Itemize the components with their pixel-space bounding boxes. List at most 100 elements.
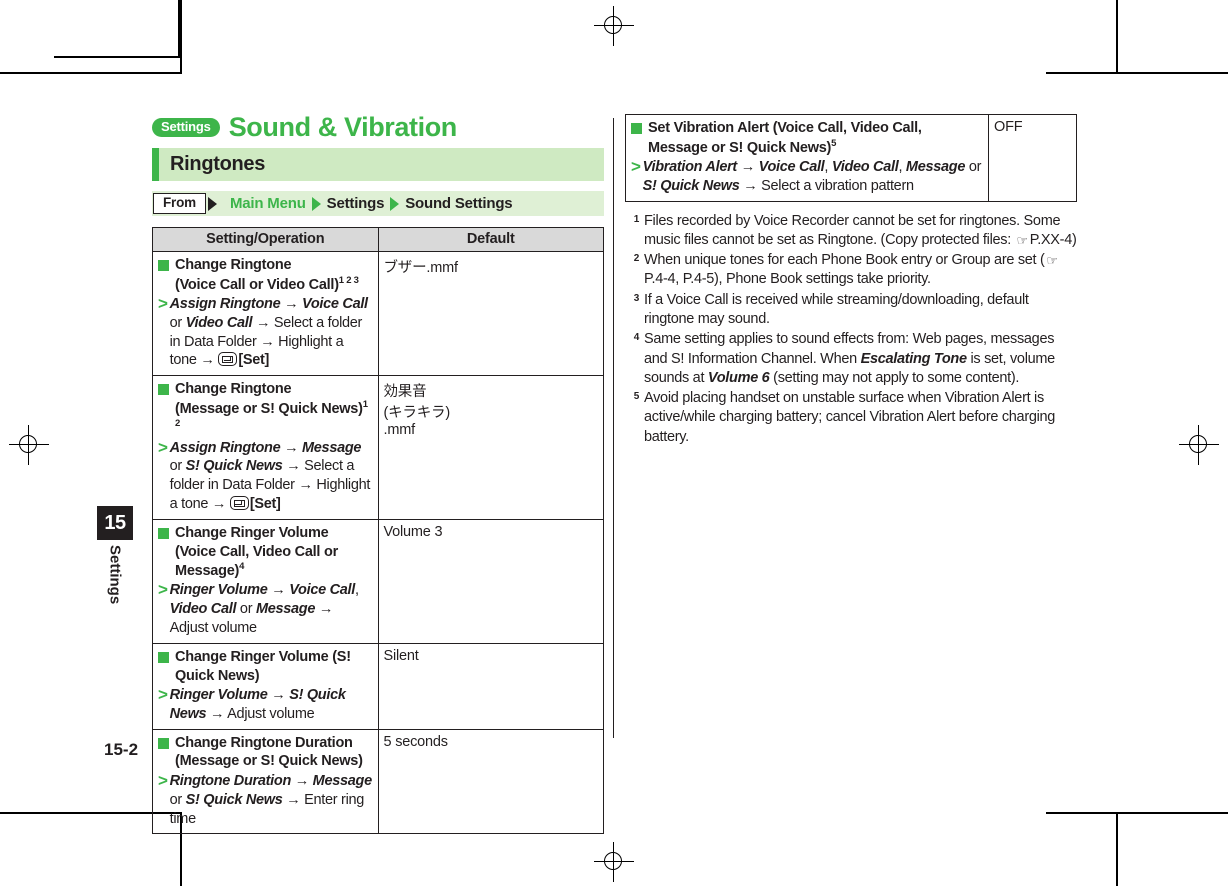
operation-steps: > Assign Ringtone → Message or S! Quick N… [158,437,373,514]
footnote-text: Files recorded by Voice Recorder cannot … [644,212,1077,248]
table-row: Set Vibration Alert (Voice Call, Video C… [625,114,1077,202]
footnote: 1 Files recorded by Voice Recorder cannot… [625,212,1077,251]
breadcrumb-item-settings[interactable]: Settings [327,195,385,212]
operation-steps-text: Assign Ringtone → Voice Call or Video Ca… [169,295,368,369]
soft-key-label: [Set] [238,352,270,369]
table-body: Change Ringtone (Voice Call or Video Call… [152,250,604,835]
bullet-square-icon [158,651,169,663]
footnote-text: When unique tones for each Phone Book en… [644,252,1058,288]
operation-steps: > Vibration Alert → Voice Call, Video Cal… [631,158,983,196]
operation-steps-text: Vibration Alert → Voice Call, Video Call… [642,158,982,194]
operation-title: Change Ringer Volume (S! Quick News) [158,648,373,685]
table-row: Change Ringer Volume (Voice Call, Video C… [152,518,604,644]
manual-page: 15 Settings 15-2 Settings Sound & Vibrat… [0,0,1228,886]
breadcrumb-item-sound-settings[interactable]: Sound Settings [405,195,512,212]
operation-cell: Change Ringtone (Message or S! Quick News… [152,375,379,520]
footnote-reference: 4 [239,561,245,573]
section-heading-label: Ringtones [170,153,266,175]
operation-title-text: Change Ringtone (Voice Call or Video Call… [175,257,359,293]
left-column: Settings Sound & Vibration Ringtones Fro… [152,114,604,835]
column-divider [613,118,614,738]
bullet-square-icon [158,527,169,539]
default-value-cell: 効果音 (キラキラ) .mmf [377,375,604,520]
breadcrumb-from-tag: From [153,192,206,215]
vibration-table: Set Vibration Alert (Voice Call, Video C… [625,114,1077,202]
table-row: Change Ringtone Duration (Message or S! Q… [152,728,604,835]
operation-title-text: Change Ringer Volume (Voice Call, Video C… [175,524,338,579]
pointing-hand-icon: ☞ [1046,253,1058,269]
operation-title: Change Ringer Volume (Voice Call, Video C… [158,524,373,580]
column-header-default: Default [377,227,604,252]
chevron-right-icon [311,196,321,211]
bullet-square-icon [158,384,169,396]
footnote-number: 3 [633,292,640,304]
step-marker-icon: > [158,580,168,600]
default-value-cell: Silent [377,642,604,730]
bullet-square-icon [158,260,169,271]
page-number: 15-2 [104,740,139,759]
footnote-number: 4 [633,332,640,344]
envelope-key-icon [229,496,249,511]
footnote-reference: 5 [831,137,837,149]
footnote: 3 If a Voice Call is received while strea… [625,291,1077,330]
table-row: Change Ringtone (Message or S! Quick News… [152,375,604,520]
operation-title: Set Vibration Alert (Voice Call, Video C… [631,119,983,157]
operation-steps: > Assign Ringtone → Voice Call or Video C… [158,294,373,370]
default-value-cell: 5 seconds [377,728,604,835]
default-value-cell: OFF [988,114,1077,202]
operation-title: Change Ringtone Duration (Message or S! Q… [158,734,373,771]
footnote-reference: 1 2 3 [338,274,359,286]
footnotes: 1 Files recorded by Voice Recorder cannot… [625,212,1077,447]
bullet-square-icon [158,737,169,749]
operation-title-text: Change Ringtone (Message or S! Quick News… [175,381,368,430]
breadcrumb-item-main-menu[interactable]: Main Menu [230,195,306,212]
operation-steps-text: Ringtone Duration → Message or S! Quick … [169,772,373,827]
operation-title-text: Change Ringer Volume (S! Quick News) [175,648,351,684]
breadcrumb-arrow-icon [207,196,217,211]
step-marker-icon: > [158,770,168,790]
footnote-text: Same setting applies to sound effects fr… [644,331,1055,386]
chapter-tab-label: Settings [106,545,124,605]
footnote-number: 2 [633,253,640,265]
operation-steps: > Ringtone Duration → Message or S! Quick… [158,770,373,829]
footnote-number: 1 [633,213,640,225]
footnote-text: Avoid placing handset on unstable surfac… [644,390,1056,445]
default-value-cell: Volume 3 [377,518,604,644]
chapter-tab-number: 15 [97,506,133,540]
chevron-right-icon [390,196,400,211]
operation-title: Change Ringtone (Message or S! Quick News… [158,380,373,437]
footnote-text: If a Voice Call is received while stream… [644,291,1029,328]
page-title-row: Settings Sound & Vibration [152,114,604,141]
chapter-tab: 15 Settings [97,506,133,609]
footnote: 4 Same setting applies to sound effects f… [625,330,1077,388]
footnote-number: 5 [633,391,640,403]
operation-cell: Set Vibration Alert (Voice Call, Video C… [625,114,989,202]
operation-steps-text: Assign Ringtone → Message or S! Quick Ne… [169,439,371,513]
pointing-hand-icon: ☞ [1016,232,1029,248]
operation-cell: Change Ringtone (Voice Call or Video Call… [152,250,379,377]
breadcrumb: From Main Menu Settings Sound Settings [152,191,604,216]
footnote: 2 When unique tones for each Phone Book e… [625,251,1077,290]
operation-steps-text: Ringer Volume → Voice Call, Video Call o… [169,582,359,637]
section-heading: Ringtones [152,148,604,181]
operation-title: Change Ringtone (Voice Call or Video Call… [158,256,373,294]
operation-title-text: Set Vibration Alert (Voice Call, Video C… [648,120,922,156]
soft-key-label: [Set] [249,496,281,513]
column-header-operation: Setting/Operation [152,227,379,252]
operation-cell: Change Ringer Volume (S! Quick News) > Rin… [152,642,379,730]
right-column: Set Vibration Alert (Voice Call, Video C… [625,114,1077,448]
bullet-square-icon [631,123,642,134]
table-row: Change Ringer Volume (S! Quick News) > Rin… [152,642,604,730]
operation-steps: > Ringer Volume → Voice Call, Video Call … [158,581,373,638]
footnote-reference: 1 2 [175,398,368,430]
operation-steps: > Ringer Volume → S! Quick News → Adjust … [158,686,373,724]
table-body: Set Vibration Alert (Voice Call, Video C… [625,114,1077,202]
page-title: Sound & Vibration [228,112,458,142]
table-row: Change Ringtone (Voice Call or Video Call… [152,250,604,377]
settings-table: Setting/Operation Default Change Rington… [152,227,604,835]
step-marker-icon: > [158,437,168,457]
operation-title-text: Change Ringtone Duration (Message or S! Q… [175,734,363,770]
table-header-row: Setting/Operation Default [152,227,604,252]
step-marker-icon: > [158,685,168,705]
footnote: 5 Avoid placing handset on unstable surfa… [625,389,1077,447]
